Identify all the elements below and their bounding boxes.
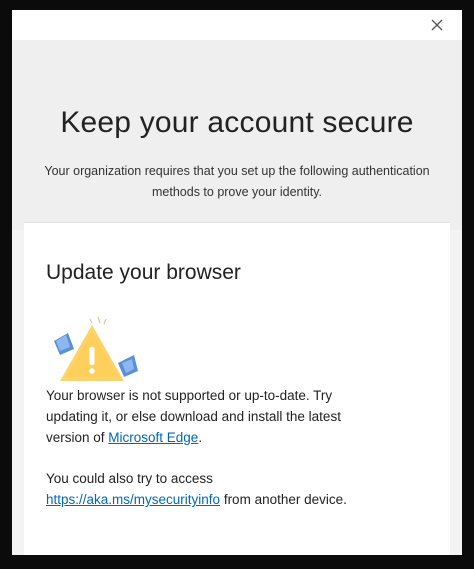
microsoft-edge-link[interactable]: Microsoft Edge	[108, 430, 198, 445]
paragraph2-suffix: from another device.	[220, 492, 347, 507]
mysecurityinfo-link[interactable]: https://aka.ms/mysecurityinfo	[46, 492, 220, 507]
page-subtitle: Your organization requires that you set …	[44, 164, 430, 199]
dialog-header: Keep your account secure Your organizati…	[12, 40, 462, 230]
paragraph1-suffix: .	[198, 430, 203, 445]
card-title: Update your browser	[46, 261, 241, 284]
dialog-titlebar	[12, 10, 462, 40]
paragraph2-text: You could also try to access	[46, 471, 213, 486]
page-title: Keep your account secure	[60, 106, 414, 139]
browser-not-supported-text: Your browser is not supported or up-to-d…	[46, 385, 376, 448]
close-icon[interactable]	[430, 18, 444, 32]
alternate-device-text: You could also try to access https://aka…	[46, 468, 376, 510]
update-browser-card: Update your browser Your browser is not …	[24, 222, 450, 555]
warning-illustration-icon	[54, 316, 138, 381]
security-dialog: Keep your account secure Your organizati…	[12, 10, 462, 555]
